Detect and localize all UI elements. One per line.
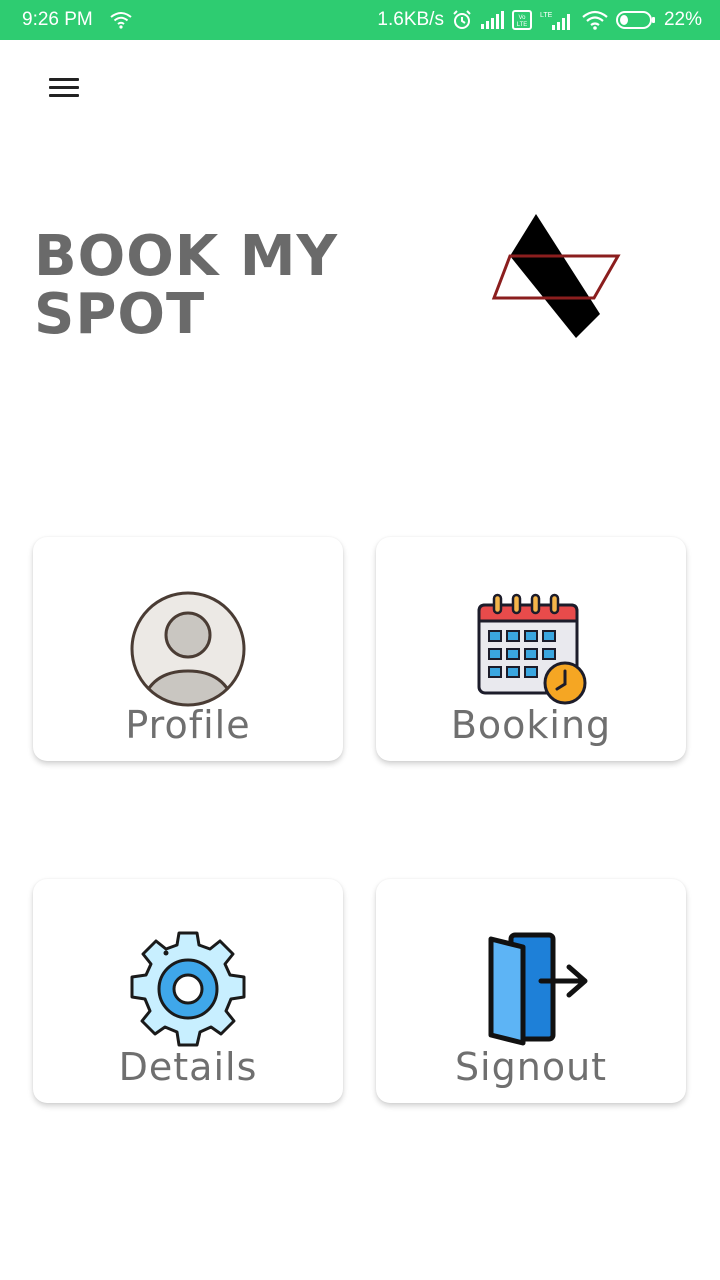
network-speed: 1.6KB/s	[377, 9, 444, 30]
signout-label: Signout	[454, 1045, 608, 1089]
svg-text:LTE: LTE	[540, 12, 553, 19]
svg-text:Vo: Vo	[518, 15, 526, 21]
svg-text:LTE: LTE	[517, 22, 528, 28]
profile-label: Profile	[125, 703, 251, 747]
hamburger-menu-icon[interactable]	[46, 74, 82, 102]
signout-card[interactable]: Signout	[376, 879, 686, 1103]
booking-label: Booking	[450, 703, 612, 747]
app-title: BOOK MY SPOT	[34, 224, 339, 347]
alarm-icon	[452, 10, 472, 30]
booking-card[interactable]: Booking	[376, 537, 686, 761]
wifi-icon	[110, 11, 132, 35]
status-bar: 9:26 PM 1.6KB/s Vo LTE LTE 22%	[0, 0, 720, 40]
lte-signal-icon: LTE	[540, 10, 574, 30]
user-avatar-icon	[130, 591, 246, 707]
gear-icon	[130, 931, 246, 1047]
calendar-clock-icon	[477, 593, 587, 705]
status-right-group: 1.6KB/s Vo LTE LTE 22%	[377, 9, 702, 31]
profile-card[interactable]: Profile	[33, 537, 343, 761]
signal-icon	[480, 11, 504, 29]
battery-percent: 22%	[663, 9, 702, 30]
details-card[interactable]: Details	[33, 879, 343, 1103]
volte-icon: Vo LTE	[511, 10, 532, 30]
battery-icon	[615, 10, 656, 30]
details-label: Details	[118, 1045, 258, 1089]
door-exit-icon	[488, 932, 588, 1046]
book-my-spot-logo	[491, 214, 621, 338]
status-time: 9:26 PM	[22, 9, 93, 30]
wifi-icon	[582, 10, 608, 30]
